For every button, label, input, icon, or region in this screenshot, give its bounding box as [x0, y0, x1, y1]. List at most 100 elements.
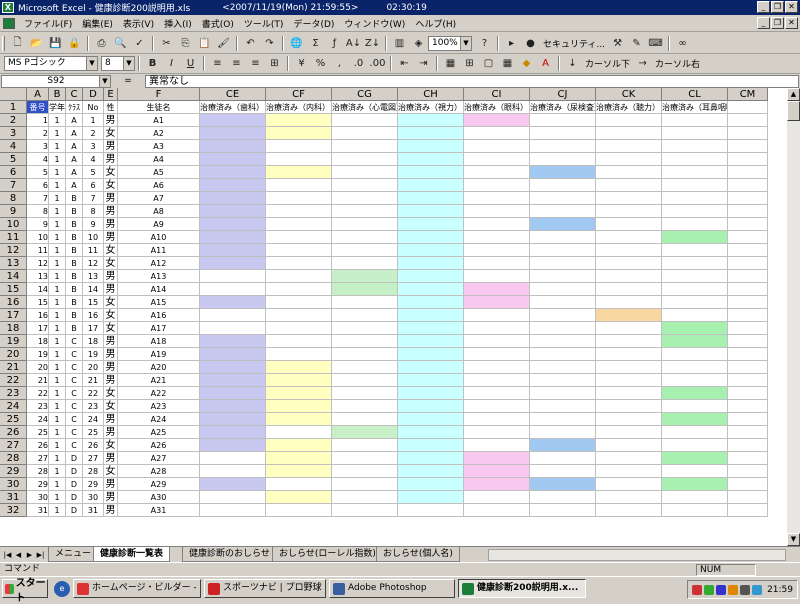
row-header-18[interactable]: 18 [0, 322, 27, 335]
cell-cl[interactable] [662, 296, 728, 309]
cell-ch[interactable] [398, 127, 464, 140]
row-header-7[interactable]: 7 [0, 179, 27, 192]
cell-ce[interactable] [200, 322, 266, 335]
cell-e[interactable]: 女 [104, 166, 118, 179]
cell-a[interactable]: 2 [27, 127, 49, 140]
header-cell-ci[interactable]: 治療済み（眼科） [464, 101, 530, 114]
first-sheet-icon[interactable]: |◀ [2, 549, 13, 561]
cell-c[interactable]: A [66, 127, 83, 140]
cell-cm[interactable] [728, 270, 768, 283]
cell-ce[interactable] [200, 439, 266, 452]
cell-e[interactable]: 男 [104, 140, 118, 153]
cell-cj[interactable] [530, 231, 596, 244]
cell-ce[interactable] [200, 179, 266, 192]
cell-c[interactable]: B [66, 270, 83, 283]
cell-c[interactable]: D [66, 478, 83, 491]
cell-cm[interactable] [728, 348, 768, 361]
cell-c[interactable]: B [66, 192, 83, 205]
cell-cl[interactable] [662, 335, 728, 348]
cell-ci[interactable] [464, 244, 530, 257]
font-size-combo[interactable]: 8 ▼ [101, 56, 135, 71]
cell-cf[interactable] [266, 257, 332, 270]
cell-ck[interactable] [596, 400, 662, 413]
cell-ck[interactable] [596, 426, 662, 439]
start-button[interactable]: スタート [2, 578, 48, 604]
cell-f[interactable]: A8 [118, 205, 200, 218]
cell-cj[interactable] [530, 348, 596, 361]
toolbar-options-icon[interactable]: ▸ [503, 35, 520, 51]
cell-c[interactable]: D [66, 504, 83, 517]
cell-cm[interactable] [728, 413, 768, 426]
row-header-8[interactable]: 8 [0, 192, 27, 205]
cell-cf[interactable] [266, 205, 332, 218]
header-cell-cl[interactable]: 治療済み（耳鼻咽喉） [662, 101, 728, 114]
cell-ci[interactable] [464, 478, 530, 491]
cell-ce[interactable] [200, 166, 266, 179]
cell-ce[interactable] [200, 504, 266, 517]
align-left-icon[interactable]: ≡ [209, 56, 226, 72]
cell-ch[interactable] [398, 231, 464, 244]
cell-a[interactable]: 16 [27, 309, 49, 322]
copy-icon[interactable]: ⎘ [177, 35, 194, 51]
cell-c[interactable]: C [66, 400, 83, 413]
cell-cf[interactable] [266, 179, 332, 192]
column-header-d[interactable]: D [83, 88, 104, 101]
open-icon[interactable]: 📂 [28, 35, 45, 51]
cell-ci[interactable] [464, 205, 530, 218]
cell-b[interactable]: 1 [49, 257, 66, 270]
cell-a[interactable]: 1 [27, 114, 49, 127]
cell-cg[interactable] [332, 205, 398, 218]
cell-d[interactable]: 7 [83, 192, 104, 205]
cell-d[interactable]: 27 [83, 452, 104, 465]
cell-ch[interactable] [398, 114, 464, 127]
row-header-1[interactable]: 1 [0, 101, 27, 114]
cell-f[interactable]: A18 [118, 335, 200, 348]
cell-e[interactable]: 男 [104, 205, 118, 218]
cell-ce[interactable] [200, 218, 266, 231]
cell-e[interactable]: 女 [104, 244, 118, 257]
cell-b[interactable]: 1 [49, 426, 66, 439]
cell-ci[interactable] [464, 465, 530, 478]
cell-ci[interactable] [464, 439, 530, 452]
cell-e[interactable]: 男 [104, 218, 118, 231]
chevron-down-icon[interactable]: ▼ [460, 36, 471, 50]
cell-f[interactable]: A16 [118, 309, 200, 322]
cell-d[interactable]: 5 [83, 166, 104, 179]
cell-a[interactable]: 21 [27, 374, 49, 387]
cell-ce[interactable] [200, 374, 266, 387]
cell-e[interactable]: 女 [104, 179, 118, 192]
row-header-31[interactable]: 31 [0, 491, 27, 504]
cell-ch[interactable] [398, 439, 464, 452]
cell-cg[interactable] [332, 322, 398, 335]
cell-cf[interactable] [266, 296, 332, 309]
cell-ck[interactable] [596, 413, 662, 426]
column-header-cl[interactable]: CL [662, 88, 728, 101]
cell-ce[interactable] [200, 491, 266, 504]
header-cell-cm[interactable] [728, 101, 768, 114]
cell-b[interactable]: 1 [49, 166, 66, 179]
cell-ch[interactable] [398, 153, 464, 166]
cell-ck[interactable] [596, 205, 662, 218]
row-header-25[interactable]: 25 [0, 413, 27, 426]
tray-ime-icon[interactable] [716, 584, 727, 595]
cell-c[interactable]: C [66, 387, 83, 400]
cell-cl[interactable] [662, 114, 728, 127]
cell-b[interactable]: 1 [49, 387, 66, 400]
cell-cg[interactable] [332, 244, 398, 257]
currency-icon[interactable]: ¥ [293, 56, 310, 72]
cell-cm[interactable] [728, 140, 768, 153]
cell-ch[interactable] [398, 374, 464, 387]
row-header-14[interactable]: 14 [0, 270, 27, 283]
cell-cj[interactable] [530, 140, 596, 153]
row-header-9[interactable]: 9 [0, 205, 27, 218]
cell-a[interactable]: 15 [27, 296, 49, 309]
security-button[interactable]: セキュリティ... [540, 37, 608, 50]
cell-e[interactable]: 男 [104, 504, 118, 517]
cell-cm[interactable] [728, 478, 768, 491]
cell-ck[interactable] [596, 348, 662, 361]
cell-e[interactable]: 女 [104, 439, 118, 452]
print-icon[interactable]: ⎙ [93, 35, 110, 51]
cell-ck[interactable] [596, 114, 662, 127]
cell-b[interactable]: 1 [49, 504, 66, 517]
cell-cl[interactable] [662, 309, 728, 322]
